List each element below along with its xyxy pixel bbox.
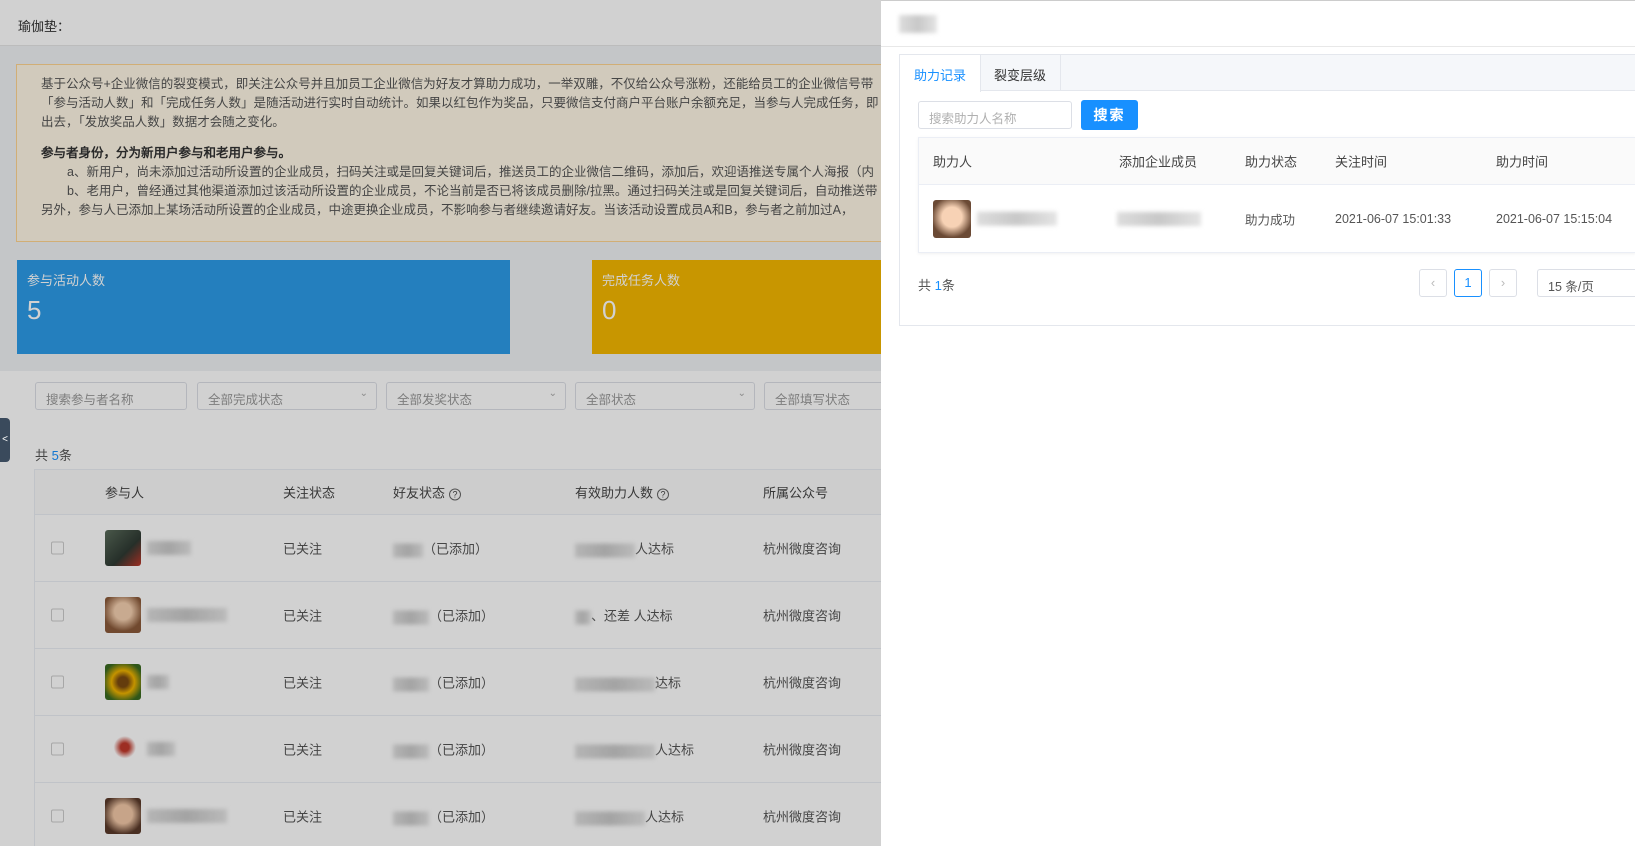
total-prefix: 共	[918, 278, 935, 293]
next-page-button[interactable]: ›	[1489, 269, 1517, 297]
avatar	[933, 199, 971, 238]
col-header: 助力状态	[1245, 154, 1298, 170]
search-button[interactable]: 搜索	[1081, 100, 1138, 130]
page-size-value: 15 条/页	[1548, 280, 1594, 294]
prev-page-button[interactable]: ‹	[1419, 269, 1447, 297]
tab-panel: 助力记录 裂变层级 搜索助力人名称 搜索 助力人 添加企业成员 助力状态 关注时…	[899, 54, 1635, 326]
col-header: 添加企业成员	[1119, 154, 1198, 170]
col-header: 助力时间	[1496, 154, 1549, 170]
assist-records-table: 助力人 添加企业成员 助力状态 关注时间 助力时间 助力成功 2021-06-0…	[918, 137, 1635, 253]
page-size-select[interactable]: 15 条/页	[1537, 269, 1635, 297]
tab-fission-levels[interactable]: 裂变层级	[980, 54, 1062, 91]
chevron-left-icon[interactable]: <	[0, 418, 10, 462]
tab-bar: 助力记录 裂变层级	[899, 54, 1635, 92]
drawer-header	[881, 1, 1635, 47]
chevron-right-icon: ›	[1500, 275, 1506, 290]
table-row: 助力成功 2021-06-07 15:01:33 2021-06-07 15:1…	[919, 185, 1635, 252]
search-placeholder: 搜索助力人名称	[929, 112, 1017, 126]
chevron-left-icon: ‹	[1430, 275, 1436, 290]
enterprise-member	[1117, 211, 1201, 226]
follow-time: 2021-06-07 15:01:33	[1335, 211, 1452, 226]
assist-time: 2021-06-07 15:15:04	[1496, 211, 1613, 226]
col-header: 关注时间	[1335, 154, 1388, 170]
total-number: 1	[934, 278, 942, 293]
page-number[interactable]: 1	[1454, 269, 1482, 297]
total-suffix: 条	[941, 278, 955, 293]
table-header: 助力人 添加企业成员 助力状态 关注时间 助力时间	[919, 138, 1635, 185]
drawer-title	[899, 15, 937, 33]
assister-search-input[interactable]: 搜索助力人名称	[918, 101, 1072, 129]
assister-name	[977, 211, 1057, 226]
tab-assist-records[interactable]: 助力记录	[899, 54, 982, 92]
total-count: 共 1条	[918, 275, 955, 294]
col-header: 助力人	[933, 154, 973, 170]
blurred-text	[977, 211, 1057, 226]
assist-status: 助力成功	[1245, 213, 1296, 227]
assist-record-drawer: 助力记录 裂变层级 搜索助力人名称 搜索 助力人 添加企业成员 助力状态 关注时…	[881, 0, 1635, 846]
